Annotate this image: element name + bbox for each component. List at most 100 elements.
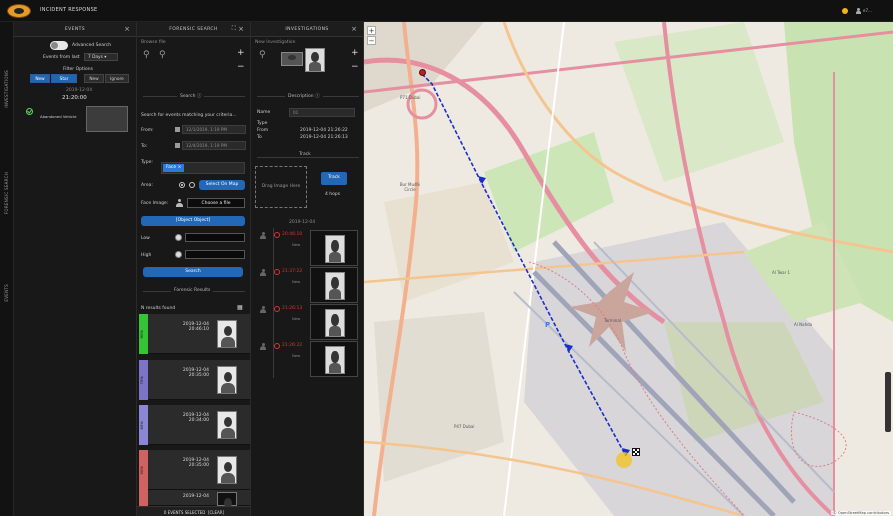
filter-ignore-button[interactable]: Ignore	[105, 74, 129, 83]
investigations-panel-header: INVESTIGATIONS ×	[251, 22, 363, 37]
score-pct: 90%	[139, 330, 144, 339]
name-input[interactable]: 01	[289, 108, 355, 117]
area-radio-2[interactable]	[189, 182, 195, 188]
events-selected-text: 0 EVENTS SELECTED	[163, 510, 206, 515]
high-input[interactable]	[185, 250, 245, 259]
select-on-map-button[interactable]: Select On Map	[199, 180, 245, 190]
result-item[interactable]: 60% 2019-12-04 20:34:00	[139, 405, 250, 445]
events-panel-header: EVENTS ×	[14, 22, 136, 37]
app-root: INCIDENT RESPONSE e7... INVESTIGATIONS F…	[0, 0, 893, 516]
search-section-title: Search ⓘ	[177, 93, 205, 99]
new-investigation-label: New Investigation	[255, 40, 296, 45]
top-bar: INCIDENT RESPONSE e7...	[0, 0, 893, 22]
type-tag[interactable]: Face ×	[163, 164, 185, 172]
add-icon[interactable]: +	[351, 48, 359, 58]
remove-icon[interactable]: −	[237, 62, 245, 72]
calendar-icon[interactable]	[175, 143, 180, 148]
drag-image-dropzone[interactable]: Drag Image Here	[255, 166, 307, 208]
to-label: To:	[141, 144, 148, 149]
zoom-in-button[interactable]: +	[367, 26, 376, 35]
search-button[interactable]: Search	[143, 267, 243, 277]
calendar-icon[interactable]	[175, 127, 180, 132]
low-input[interactable]	[185, 233, 245, 242]
selection-bar: 0 EVENTS SELECTED [CLEAR]	[137, 506, 250, 516]
browse-file-label: Browse file	[141, 40, 166, 45]
search-icon[interactable]: ⚲	[259, 50, 266, 60]
high-slider-knob[interactable]	[175, 251, 182, 258]
events-from-value: 7 Days	[88, 55, 103, 60]
map-scrollbar[interactable]	[885, 372, 891, 432]
remove-icon[interactable]: −	[351, 62, 359, 72]
investigation-thumbnail[interactable]	[281, 52, 303, 66]
filter-star-button[interactable]: Star	[51, 74, 77, 83]
user-icon[interactable]	[856, 8, 861, 14]
timeline-item[interactable]: 20:46:10 New	[258, 230, 360, 268]
start-marker-icon[interactable]	[419, 69, 426, 76]
events-panel: EVENTS × Advanced Search Events from las…	[14, 22, 137, 516]
map-view[interactable]: + − P71 Dubai Bur Mudhi Circle Terminal …	[364, 22, 893, 516]
track-button[interactable]: Track	[321, 172, 347, 185]
map-attribution[interactable]: © OpenStreetMap contributors	[831, 511, 891, 515]
divider	[257, 157, 359, 158]
grid-icon[interactable]: ▦	[237, 304, 243, 311]
timeline-pin	[274, 232, 280, 238]
left-rail: INVESTIGATIONS FORENSIC SEARCH EVENTS	[0, 22, 14, 516]
result-face-image	[217, 456, 237, 484]
map-canvas[interactable]	[364, 22, 893, 516]
rail-item-events[interactable]: EVENTS	[4, 284, 9, 302]
result-item[interactable]: 2019-12-04	[139, 490, 250, 516]
description-section-title: Description ⓘ	[285, 93, 323, 99]
choose-file-button[interactable]: Choose a file	[187, 198, 245, 208]
timeline-item[interactable]: 21:26:22 New	[258, 341, 360, 379]
result-face-image	[217, 320, 237, 348]
map-label: Al Twar 1	[772, 270, 791, 275]
filter-options-label: Filter Options	[63, 67, 93, 72]
object-button[interactable]: [Object Object]	[141, 216, 245, 226]
result-date: 2019-12-04 20:46:10	[182, 322, 209, 332]
end-marker-icon[interactable]	[616, 452, 632, 468]
event-thumbnail[interactable]	[86, 106, 128, 132]
zoom-search-icon[interactable]: ⚲	[159, 50, 166, 60]
timeline-photo	[310, 267, 358, 303]
to-date-input[interactable]: 12/4/2019, 1:19 PM	[182, 141, 246, 150]
hops-count: 4 hops	[325, 192, 341, 197]
filter-new-2-button[interactable]: New	[84, 74, 104, 83]
filter-new-button[interactable]: New	[30, 74, 50, 83]
area-radio-1[interactable]	[179, 182, 185, 188]
result-date: 2019-12-04	[182, 494, 209, 499]
face-photo	[325, 272, 345, 300]
check-icon[interactable]	[26, 108, 33, 115]
close-icon[interactable]: ×	[124, 25, 130, 33]
rail-item-investigations[interactable]: INVESTIGATIONS	[4, 70, 9, 108]
advanced-search-toggle[interactable]	[50, 41, 68, 50]
person-icon	[260, 232, 266, 239]
close-icon[interactable]: ×	[238, 25, 244, 33]
area-label: Area:	[141, 183, 153, 188]
result-face-image	[217, 366, 237, 394]
clear-button[interactable]: [CLEAR]	[208, 510, 224, 515]
events-from-select[interactable]: 7 Days ▾	[84, 53, 118, 61]
add-icon[interactable]: +	[237, 48, 245, 58]
events-from-label: Events from last	[43, 55, 80, 60]
investigation-face-photo[interactable]	[305, 48, 325, 72]
from-value: 2019-12-04 21:26:22	[300, 128, 348, 133]
close-icon[interactable]: ×	[351, 25, 357, 33]
expand-icon[interactable]: ⛶	[232, 25, 236, 33]
map-label: Al Nahda	[794, 322, 813, 327]
timeline-item[interactable]: 21:37:22 New	[258, 267, 360, 305]
result-item[interactable]: 50% 2019-12-04 20:35:00	[139, 450, 250, 490]
search-hint: Search for events matching your criteria…	[141, 113, 237, 118]
result-item[interactable]: 70% 2019-12-04 20:35:00	[139, 360, 250, 400]
event-time: 21:20:00	[62, 95, 87, 101]
finish-flag-icon[interactable]	[632, 448, 640, 456]
low-slider-knob[interactable]	[175, 234, 182, 241]
timeline-item[interactable]: 21:26:13 New	[258, 304, 360, 342]
search-icon[interactable]: ⚲	[143, 50, 150, 60]
result-item[interactable]: 90% 2019-12-04 20:46:10	[139, 314, 250, 354]
results-count: N results found	[141, 306, 176, 311]
zoom-out-button[interactable]: −	[367, 36, 376, 45]
user-name[interactable]: e7...	[863, 8, 872, 13]
from-date-input[interactable]: 12/1/2019, 1:19 PM	[182, 125, 246, 134]
status-dot-icon[interactable]	[842, 8, 848, 14]
rail-item-forensic-search[interactable]: FORENSIC SEARCH	[4, 172, 9, 214]
